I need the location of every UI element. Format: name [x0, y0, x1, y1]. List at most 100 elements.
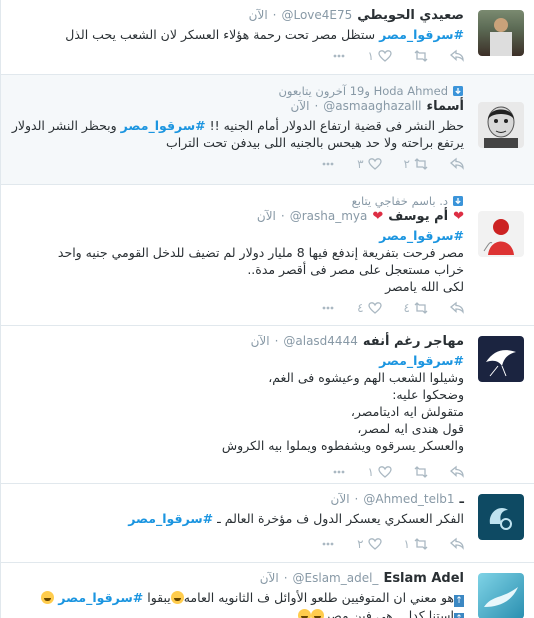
tweet-text: الفكر العسكري يعسكر الدول ف مؤخرة العالم…: [128, 511, 464, 526]
tweet-1[interactable]: صعيدي الحويطي @Love4E75 · الآن #سرقوا_مص…: [1, 0, 534, 75]
like-count: ١: [367, 49, 374, 63]
reply-button[interactable]: [450, 49, 464, 63]
tweet-5[interactable]: ـ @Ahmed_telb1 · الآن الفكر العسكري يعسك…: [1, 484, 534, 563]
more-button[interactable]: [321, 537, 335, 551]
like-count: ١: [367, 465, 374, 479]
retweet-button[interactable]: [414, 465, 428, 479]
tweet-actions: ١ ٢: [11, 535, 464, 553]
user-name[interactable]: Eslam Adel: [383, 571, 464, 586]
hashtag-link[interactable]: #سرقوا_مصر: [379, 228, 464, 243]
more-button[interactable]: [321, 301, 335, 315]
user-name[interactable]: أسماء: [427, 99, 464, 114]
user-handle[interactable]: @asmaaghazalll: [323, 99, 421, 113]
retweet-icon: [414, 50, 428, 62]
heart-icon: [367, 302, 382, 314]
more-icon: [322, 306, 334, 310]
retweet-icon: [414, 158, 428, 170]
tweet-4[interactable]: مهاجر رغم أنفه @alasd4444 · الآن #سرقوا_…: [1, 326, 534, 484]
reply-button[interactable]: [450, 157, 464, 171]
laughing-emoji-icon: [41, 591, 55, 604]
more-icon: [333, 470, 344, 474]
user-handle[interactable]: @Ahmed_telb1: [363, 492, 454, 506]
reply-icon: [450, 157, 464, 170]
tweet-actions: ١: [11, 47, 464, 65]
retweet-button[interactable]: [414, 49, 428, 63]
laughing-emoji-icon: [298, 609, 312, 618]
retweet-count: ٤: [403, 301, 410, 315]
more-button[interactable]: [332, 49, 346, 63]
heart-icon: [367, 158, 382, 170]
like-button[interactable]: ١: [368, 49, 392, 63]
user-handle[interactable]: @alasd4444: [283, 334, 357, 348]
hashtag-link[interactable]: #سرقوا_مصر: [121, 118, 206, 133]
heart-emoji: ❤: [453, 209, 464, 224]
like-button[interactable]: ٣: [357, 157, 382, 171]
reply-icon: [450, 465, 464, 478]
reply-button[interactable]: [450, 465, 464, 479]
user-name[interactable]: مهاجر رغم أنفه: [363, 334, 464, 349]
like-button[interactable]: ٢: [357, 537, 382, 551]
user-name[interactable]: ـ: [460, 492, 464, 507]
user-name[interactable]: أم يوسف: [388, 209, 448, 224]
follow-context-icon: [453, 86, 463, 96]
reply-button[interactable]: [450, 537, 464, 551]
heart-icon: [378, 466, 392, 478]
retweet-icon: [414, 466, 428, 478]
tweet-actions: ١: [11, 463, 464, 481]
arrow-emoji-icon: ↑: [454, 595, 464, 607]
hashtag-link[interactable]: #سرقوا_مصر: [128, 511, 213, 526]
tweet-actions: ٢ ٣: [11, 155, 464, 173]
more-button[interactable]: [321, 157, 335, 171]
avatar[interactable]: [478, 211, 524, 257]
retweet-button[interactable]: ٢: [404, 157, 428, 171]
tweet-text: حظر النشر فى قضية ارتفاع الدولار أمام ال…: [11, 118, 464, 150]
user-name[interactable]: صعيدي الحويطي: [357, 8, 464, 23]
heart-icon: [378, 50, 392, 62]
avatar[interactable]: [478, 336, 524, 382]
tweet-text: ↑هو معني ان المتوفيين طلعو الأوائل ف الث…: [11, 589, 464, 618]
more-icon: [333, 54, 344, 58]
reply-icon: [450, 301, 464, 314]
reply-icon: [450, 537, 464, 550]
timestamp[interactable]: الآن: [251, 334, 270, 348]
like-button[interactable]: ١: [368, 465, 392, 479]
timestamp[interactable]: الآن: [290, 99, 309, 113]
reply-button[interactable]: [450, 301, 464, 315]
retweet-button[interactable]: ١: [404, 537, 428, 551]
retweet-icon: [414, 302, 428, 314]
like-count: ٣: [357, 157, 364, 171]
social-context: Hoda Ahmed و19 آخرون يتابعون: [11, 83, 464, 99]
avatar[interactable]: [478, 10, 524, 56]
retweet-icon: [414, 538, 428, 550]
avatar[interactable]: [478, 573, 524, 618]
avatar[interactable]: [478, 494, 524, 540]
timestamp[interactable]: الآن: [260, 571, 279, 585]
like-count: ٢: [357, 537, 364, 551]
tweet-text: #سرقوا_مصر مصر فرحت بتفريعة إندفع فيها 8…: [57, 228, 464, 294]
like-button[interactable]: ٤: [357, 301, 382, 315]
user-handle[interactable]: @Eslam_adel_: [293, 571, 379, 585]
retweet-button[interactable]: ٤: [404, 301, 428, 315]
avatar[interactable]: [478, 102, 524, 148]
heart-icon: [367, 538, 382, 550]
more-button[interactable]: [332, 465, 346, 479]
tweet-6[interactable]: Eslam Adel @Eslam_adel_ · الآن ↑هو معني …: [1, 563, 534, 618]
hashtag-link[interactable]: #سرقوا_مصر: [379, 27, 464, 42]
timestamp[interactable]: الآن: [331, 492, 350, 506]
retweet-count: ٢: [403, 157, 410, 171]
timestamp[interactable]: الآن: [249, 8, 268, 22]
follow-context-icon: [453, 196, 463, 206]
tweet-2[interactable]: Hoda Ahmed و19 آخرون يتابعون أسماء @asma…: [1, 75, 534, 185]
timestamp[interactable]: الآن: [257, 209, 276, 223]
tweet-3[interactable]: د. باسم خفاجي يتابع ❤ أم يوسف ❤ @rasha_m…: [1, 185, 534, 326]
tweet-feed: صعيدي الحويطي @Love4E75 · الآن #سرقوا_مص…: [0, 0, 534, 618]
user-handle[interactable]: @Love4E75: [281, 8, 352, 22]
user-handle[interactable]: @rasha_mya: [290, 209, 368, 223]
retweet-count: ١: [403, 537, 410, 551]
tweet-text: #سرقوا_مصر وشيلوا الشعب الهم وعيشوه فى ا…: [221, 353, 464, 453]
tweet-actions: ٤ ٤: [11, 299, 464, 317]
hashtag-link[interactable]: #سرقوا_مصر: [58, 590, 143, 605]
reply-icon: [450, 49, 464, 62]
heart-emoji: ❤: [372, 209, 384, 224]
hashtag-link[interactable]: #سرقوا_مصر: [379, 353, 464, 368]
